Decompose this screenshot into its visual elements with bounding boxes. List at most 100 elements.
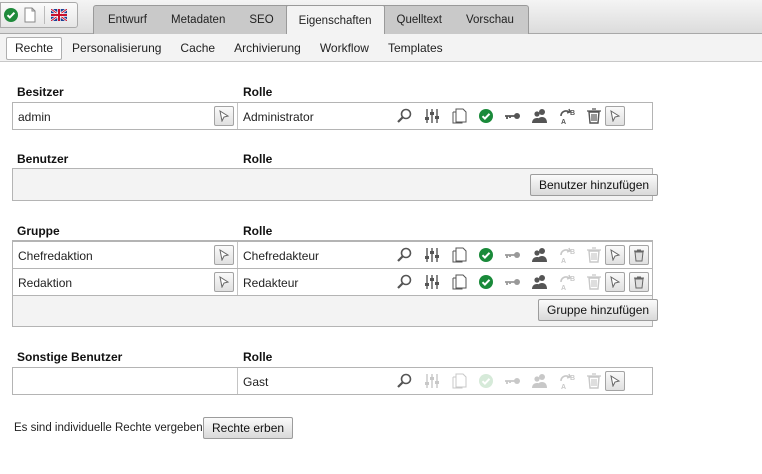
sub-tab-bar: Rechte Personalisierung Cache Archivieru…: [0, 34, 762, 62]
trash-icon: [634, 249, 644, 262]
read-icon[interactable]: [391, 243, 418, 267]
select-group-button[interactable]: [214, 272, 234, 292]
remove-group-button[interactable]: [629, 272, 649, 292]
main-tabs: Entwurf Metadaten SEO Eigenschaften Quel…: [93, 5, 529, 36]
inheritance-status-text: Es sind individuelle Rechte vergeben.: [14, 422, 206, 434]
subtab-workflow[interactable]: Workflow: [311, 37, 378, 60]
subtab-rechte[interactable]: Rechte: [6, 37, 63, 60]
publish-icon: [472, 369, 499, 393]
copy-icon: [445, 369, 472, 393]
select-owner-role-button[interactable]: [605, 106, 625, 126]
users-icon: [526, 369, 553, 393]
subtab-personalisierung[interactable]: Personalisierung: [63, 37, 170, 60]
group-role: Chefredakteur: [243, 249, 320, 263]
groups-heading: Gruppe: [17, 224, 60, 238]
others-permission-icons: BA: [391, 369, 607, 393]
tab-seo[interactable]: SEO: [237, 6, 285, 34]
group-role: Redakteur: [243, 276, 299, 290]
delete-icon[interactable]: [580, 104, 607, 128]
cursor-icon: [610, 110, 621, 122]
select-owner-button[interactable]: [214, 106, 234, 126]
key-icon[interactable]: [499, 104, 526, 128]
delete-icon: [580, 243, 607, 267]
cursor-icon: [610, 375, 621, 387]
svg-text:A: A: [561, 119, 566, 125]
svg-text:B: B: [570, 276, 575, 283]
subtab-templates[interactable]: Templates: [379, 37, 452, 60]
users-role-heading: Rolle: [243, 152, 273, 166]
delete-icon: [580, 270, 607, 294]
remove-group-button[interactable]: [629, 245, 649, 265]
svg-text:B: B: [570, 249, 575, 256]
select-others-role-button[interactable]: [605, 371, 625, 391]
copy-icon[interactable]: [445, 243, 472, 267]
tab-eigenschaften[interactable]: Eigenschaften: [285, 5, 385, 36]
cursor-icon: [610, 276, 621, 288]
owner-role: Administrator: [243, 110, 314, 124]
settings-icon[interactable]: [418, 243, 445, 267]
svg-text:B: B: [570, 375, 575, 382]
trash-icon: [634, 276, 644, 289]
svg-text:A: A: [561, 258, 566, 264]
users-icon[interactable]: [526, 243, 553, 267]
owner-permission-icons: BA: [391, 104, 607, 128]
group-row: Redaktion Redakteur BA: [12, 268, 653, 296]
owner-role-heading: Rolle: [243, 85, 273, 99]
settings-icon[interactable]: [418, 270, 445, 294]
svg-text:A: A: [561, 285, 566, 291]
cursor-icon: [219, 249, 230, 261]
svg-text:A: A: [561, 384, 566, 390]
tab-metadaten[interactable]: Metadaten: [159, 6, 237, 34]
key-icon[interactable]: [499, 270, 526, 294]
read-icon[interactable]: [391, 104, 418, 128]
svg-text:B: B: [570, 110, 575, 117]
others-heading: Sonstige Benutzer: [17, 350, 123, 364]
owner-row: admin Administrator BA: [12, 102, 653, 130]
users-panel: Benutzer hinzufügen: [12, 168, 659, 201]
cursor-icon: [219, 110, 230, 122]
tab-vorschau[interactable]: Vorschau: [454, 6, 526, 34]
group-name: Redaktion: [18, 276, 73, 290]
owner-name: admin: [18, 110, 51, 124]
translate-icon[interactable]: BA: [553, 104, 580, 128]
copy-icon[interactable]: [445, 104, 472, 128]
tab-quelltext[interactable]: Quelltext: [385, 6, 454, 34]
cursor-icon: [219, 276, 230, 288]
new-page-icon[interactable]: [22, 7, 38, 23]
copy-icon[interactable]: [445, 270, 472, 294]
toolbar-divider: [44, 6, 45, 24]
publish-icon[interactable]: [472, 243, 499, 267]
subtab-cache[interactable]: Cache: [171, 37, 224, 60]
others-role: Gast: [243, 375, 269, 389]
add-user-button[interactable]: Benutzer hinzufügen: [530, 174, 659, 196]
publish-icon[interactable]: [472, 270, 499, 294]
tab-entwurf[interactable]: Entwurf: [96, 6, 159, 34]
users-icon[interactable]: [526, 270, 553, 294]
read-icon[interactable]: [391, 270, 418, 294]
select-group-button[interactable]: [214, 245, 234, 265]
select-group-role-button[interactable]: [605, 245, 625, 265]
top-bar: Entwurf Metadaten SEO Eigenschaften Quel…: [0, 0, 762, 36]
subtab-archivierung[interactable]: Archivierung: [225, 37, 310, 60]
translate-icon: BA: [553, 243, 580, 267]
key-icon[interactable]: [499, 243, 526, 267]
cursor-icon: [610, 249, 621, 261]
owner-heading: Besitzer: [17, 85, 64, 99]
settings-icon[interactable]: [418, 104, 445, 128]
add-group-button[interactable]: Gruppe hinzufügen: [538, 299, 659, 321]
translate-icon: BA: [553, 369, 580, 393]
quick-actions: [0, 2, 78, 28]
group-name: Chefredaktion: [18, 249, 93, 263]
others-role-heading: Rolle: [243, 350, 273, 364]
users-icon[interactable]: [526, 104, 553, 128]
delete-icon: [580, 369, 607, 393]
inherit-rights-button[interactable]: Rechte erben: [203, 417, 294, 439]
others-row: Gast BA: [12, 367, 653, 395]
translate-icon: BA: [553, 270, 580, 294]
publish-icon[interactable]: [472, 104, 499, 128]
uk-flag-icon[interactable]: [51, 9, 67, 21]
check-circle-icon[interactable]: [3, 7, 19, 23]
groups-role-heading: Rolle: [243, 224, 273, 238]
select-group-role-button[interactable]: [605, 272, 625, 292]
read-icon[interactable]: [391, 369, 418, 393]
